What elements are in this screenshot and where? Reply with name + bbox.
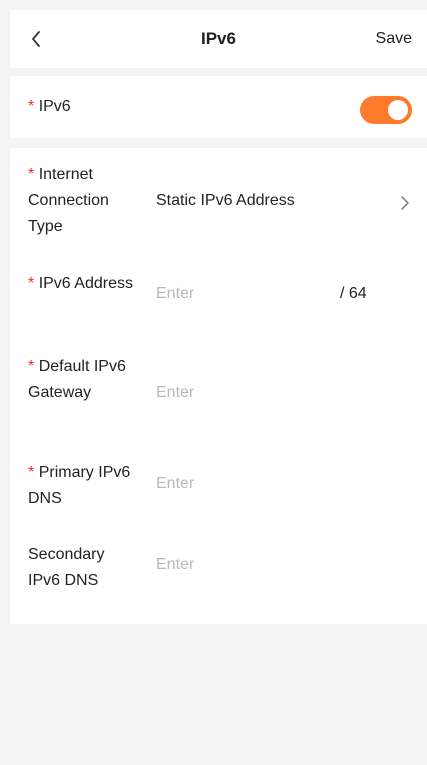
chevron-left-icon — [32, 31, 40, 47]
primary-dns-label-text: Primary IPv6 DNS — [28, 464, 131, 507]
required-mark: * — [28, 358, 35, 375]
chevron-right-icon — [401, 196, 409, 210]
ipv6-settings-screen: IPv6 Save * IPv6 * Internet Connection T… — [10, 10, 427, 765]
connection-type-value: Static IPv6 Address — [156, 192, 295, 209]
primary-dns-input[interactable]: Enter — [156, 475, 194, 493]
ipv6-toggle-switch[interactable] — [360, 96, 412, 124]
toggle-knob — [388, 100, 408, 120]
header-bar: IPv6 Save — [10, 10, 427, 68]
required-mark: * — [28, 166, 35, 183]
prefix-length-suffix: / 64 — [340, 285, 367, 302]
secondary-dns-input[interactable]: Enter — [156, 556, 194, 574]
connection-type-row[interactable]: * Internet Connection Type Static IPv6 A… — [10, 148, 427, 250]
primary-dns-label: * Primary IPv6 DNS — [28, 460, 138, 512]
ipv6-config-section: * Internet Connection Type Static IPv6 A… — [10, 148, 427, 624]
required-mark: * — [28, 98, 35, 115]
page-title: IPv6 — [201, 29, 236, 48]
ipv6-address-input[interactable]: Enter — [156, 285, 194, 303]
default-gateway-input[interactable]: Enter — [156, 384, 194, 402]
required-mark: * — [28, 464, 35, 481]
ipv6-address-row: * IPv6 Address Enter / 64 — [10, 250, 427, 344]
connection-type-label-text: Internet Connection Type — [28, 166, 109, 235]
ipv6-address-label: * IPv6 Address — [28, 271, 138, 297]
ipv6-toggle-label: * IPv6 — [28, 94, 71, 120]
ipv6-address-label-text: IPv6 Address — [38, 275, 133, 292]
secondary-dns-row: Secondary IPv6 DNS Enter — [10, 530, 427, 610]
default-gateway-label-text: Default IPv6 Gateway — [28, 358, 126, 401]
default-gateway-row: * Default IPv6 Gateway Enter — [10, 344, 427, 448]
secondary-dns-label-text: Secondary IPv6 DNS — [28, 546, 105, 589]
required-mark: * — [28, 275, 35, 292]
ipv6-label-text: IPv6 — [38, 98, 71, 115]
secondary-dns-label: Secondary IPv6 DNS — [28, 542, 138, 594]
save-button[interactable]: Save — [376, 10, 412, 68]
connection-type-label: * Internet Connection Type — [28, 162, 138, 240]
ipv6-toggle-row: * IPv6 — [10, 76, 427, 138]
default-gateway-label: * Default IPv6 Gateway — [28, 354, 138, 406]
back-button[interactable] — [24, 26, 48, 52]
primary-dns-row: * Primary IPv6 DNS Enter — [10, 448, 427, 530]
